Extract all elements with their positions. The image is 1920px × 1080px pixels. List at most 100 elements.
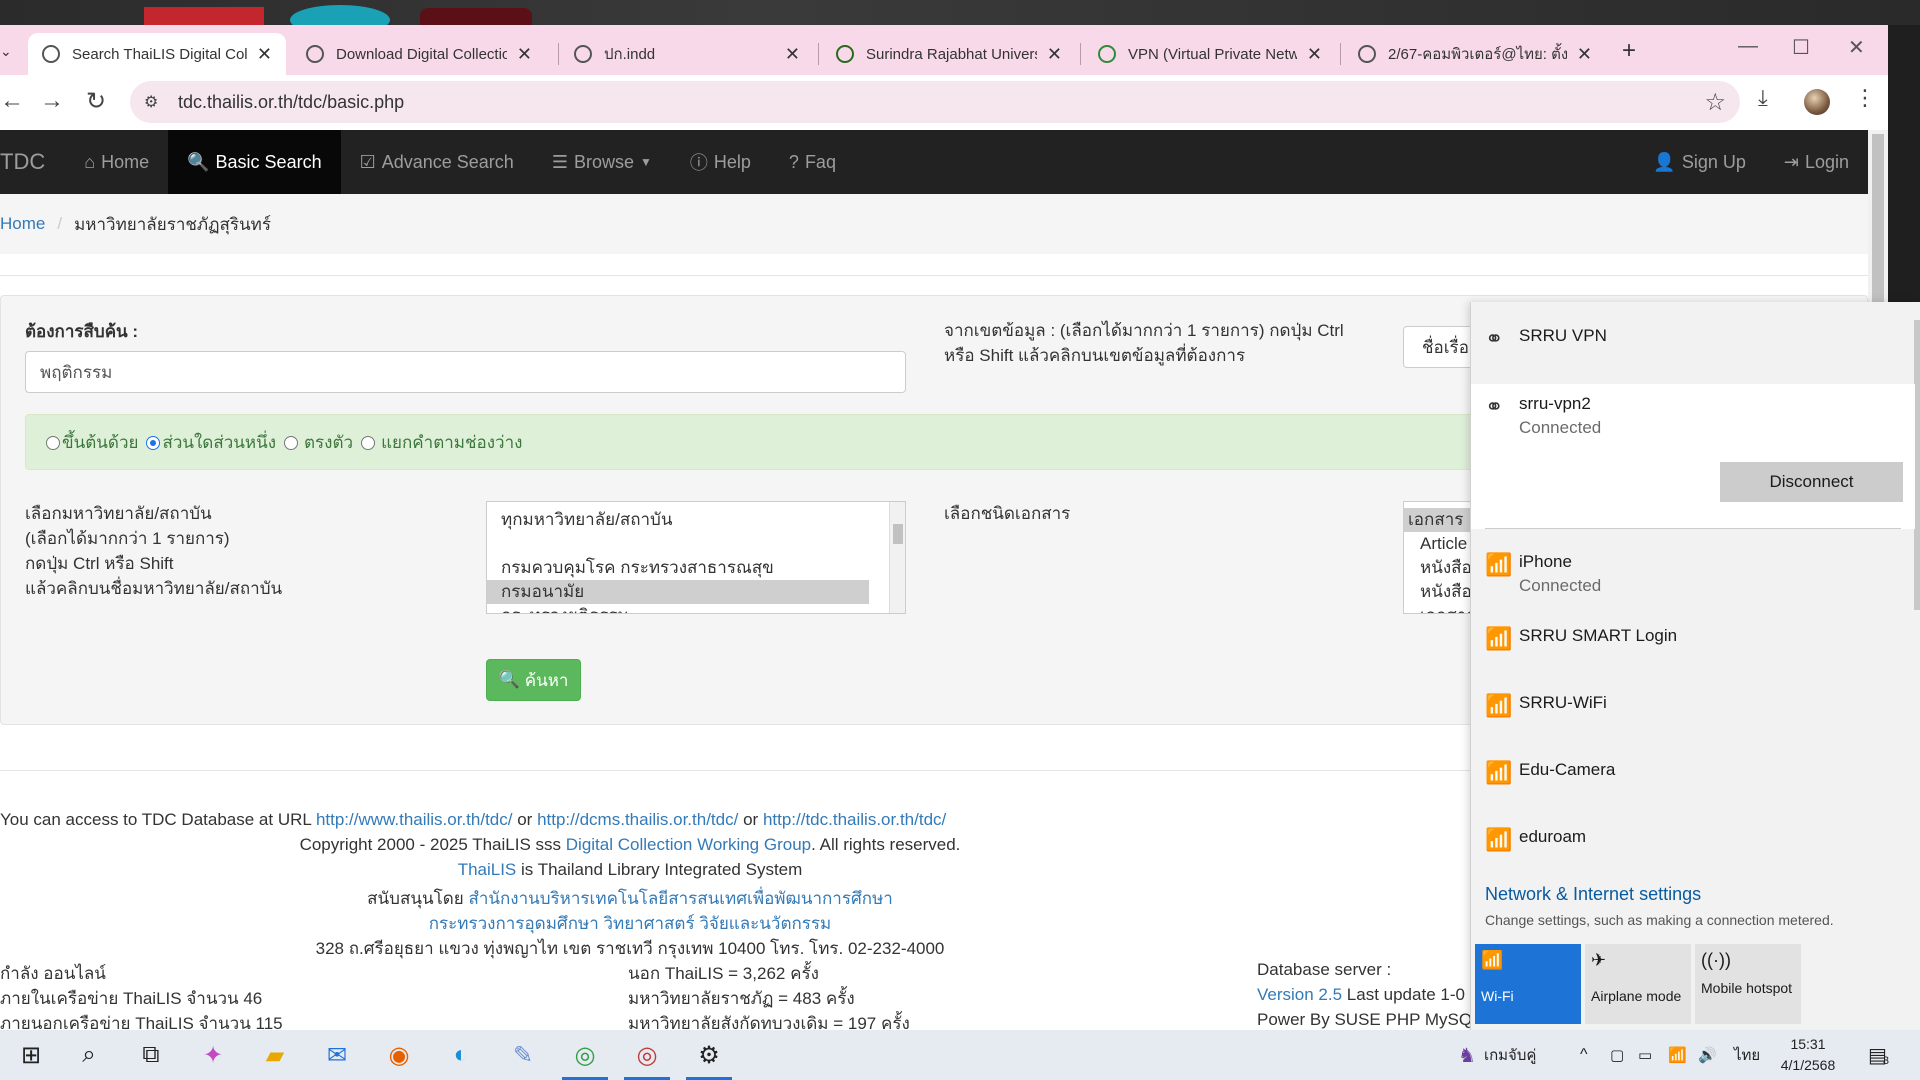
url-text[interactable]: tdc.thailis.or.th/tdc/basic.php [178, 92, 404, 113]
url-link-www[interactable]: http://www.thailis.or.th/tdc/ [316, 810, 513, 829]
search-icon[interactable]: ⌕ [62, 1030, 116, 1080]
close-tab-icon[interactable]: ✕ [517, 44, 532, 65]
game-icon: ♞ [1458, 1044, 1476, 1067]
wifi-tray-icon[interactable]: 📶 [1668, 1030, 1687, 1080]
search-input[interactable]: พฤติกรรม [25, 351, 906, 393]
listbox-scroll-thumb[interactable] [893, 524, 903, 544]
mobile-hotspot-tile[interactable]: ((·)) Mobile hotspot [1695, 944, 1801, 1024]
settings-gear-icon[interactable]: ⚙ [682, 1030, 736, 1080]
nav-advance-search[interactable]: ☑ Advance Search [341, 130, 533, 194]
start-windows-icon[interactable]: ⊞ [4, 1030, 58, 1080]
close-tab-icon[interactable]: ✕ [257, 44, 272, 65]
close-window-icon[interactable]: ✕ [1848, 35, 1865, 60]
network-iphone[interactable]: 📶 iPhone Connected [1471, 552, 1915, 596]
close-tab-icon[interactable]: ✕ [1307, 44, 1322, 65]
file-explorer-icon[interactable]: ▰ [248, 1030, 302, 1080]
profile-avatar[interactable] [1804, 89, 1830, 115]
task-view-icon[interactable]: ⧉ [124, 1030, 178, 1080]
reload-icon[interactable]: ↻ [86, 87, 106, 116]
dcwg-link[interactable]: Digital Collection Working Group [566, 835, 811, 854]
institution-option[interactable]: กรมอนามัย [487, 580, 869, 604]
close-tab-icon[interactable]: ✕ [1047, 44, 1062, 65]
mode-exact-radio[interactable] [284, 436, 299, 450]
nav-login[interactable]: ⇥ Login [1765, 130, 1868, 194]
institution-label: เลือกมหาวิทยาลัย/สถาบัน (เลือกได้มากกว่า… [25, 504, 283, 598]
chrome-icon[interactable]: ◎ [558, 1030, 612, 1080]
institution-option[interactable]: ทุกมหาวิทยาลัย/สถาบัน [487, 508, 905, 532]
institution-option[interactable]: กรมควบคุมโรค กระทรวงสาธารณสุข [487, 556, 905, 580]
mode-begins-radio[interactable] [46, 436, 60, 450]
tab-download-digital[interactable]: Download Digital Collection ✕ [292, 33, 546, 75]
breadcrumb-home[interactable]: Home [0, 214, 45, 234]
show-hidden-icons-chevron-icon[interactable]: ^ [1580, 1030, 1588, 1080]
search-button[interactable]: 🔍 ค้นหา [486, 659, 581, 701]
institution-listbox[interactable]: ทุกมหาวิทยาลัย/สถาบัน กรมควบคุมโรค กระทร… [486, 501, 906, 614]
nav-faq[interactable]: ? Faq [770, 130, 855, 194]
site-brand[interactable]: TDC [0, 149, 65, 175]
institution-option[interactable]: กระทรวงยุติธรรม [487, 604, 905, 613]
forward-arrow-icon[interactable]: → [40, 87, 64, 115]
airplane-mode-tile[interactable]: ✈ Airplane mode [1585, 944, 1691, 1024]
back-arrow-icon[interactable]: ← [0, 87, 24, 115]
page-scroll-thumb[interactable] [1872, 134, 1884, 314]
network-edu-camera[interactable]: 📶 Edu-Camera [1471, 760, 1915, 786]
ministry-link[interactable]: กระทรวงการอุดมศึกษา วิทยาศาสตร์ วิจัยและ… [429, 914, 832, 933]
clock[interactable]: 15:31 4/1/2568 [1768, 1034, 1848, 1076]
mode-contains-radio[interactable] [146, 436, 161, 450]
mode-split-radio[interactable] [361, 436, 376, 450]
close-tab-icon[interactable]: ✕ [785, 44, 800, 65]
copilot-icon[interactable]: ✦ [186, 1030, 240, 1080]
new-tab-plus-icon[interactable]: + [1622, 37, 1636, 65]
tab-vpn[interactable]: VPN (Virtual Private Netwo ✕ [1084, 33, 1336, 75]
nav-sign-up[interactable]: 👤 Sign Up [1634, 130, 1764, 194]
listbox-scrollbar[interactable] [889, 502, 905, 613]
tab-search-thailis[interactable]: Search ThaiLIS Digital Colle ✕ [28, 33, 286, 75]
chrome-profile-icon[interactable]: ◎ [620, 1030, 674, 1080]
download-icon[interactable]: ⤓ [1758, 85, 1768, 111]
meet-icon[interactable]: ▢ [1610, 1030, 1624, 1080]
thailis-link[interactable]: ThaiLIS [458, 860, 517, 879]
firefox-icon[interactable]: ◉ [372, 1030, 426, 1080]
nav-help[interactable]: ⓘ Help [671, 130, 770, 194]
network-srru-smart-login[interactable]: 📶 SRRU SMART Login [1471, 626, 1915, 652]
tab-separator [558, 43, 559, 65]
mail-icon[interactable]: ✉ [310, 1030, 364, 1080]
network-srru-vpn2[interactable]: ⚭ srru-vpn2 Connected [1471, 384, 1915, 529]
network-eduroam[interactable]: 📶 eduroam [1471, 827, 1915, 853]
institution-option[interactable] [487, 532, 905, 556]
tab-strip: ⌄ Search ThaiLIS Digital Colle ✕ Downloa… [0, 25, 1888, 75]
network-settings-link[interactable]: Network & Internet settings [1485, 884, 1701, 905]
tab-pdf-indd[interactable]: ปก.indd ✕ [560, 33, 814, 75]
nav-browse[interactable]: ☰ Browse ▼ [533, 130, 671, 194]
paint-icon[interactable]: ✎ [496, 1030, 550, 1080]
tab-search-chevron-icon[interactable]: ⌄ [0, 43, 12, 60]
volume-icon[interactable]: 🔊 [1698, 1030, 1717, 1080]
weather-widget[interactable]: ♞ เกมจับคู่ [1458, 1030, 1536, 1080]
browser-menu-icon[interactable]: ⋮ [1854, 85, 1876, 111]
version-link[interactable]: Version 2.5 [1257, 985, 1342, 1004]
taskbar: ⊞ ⌕ ⧉ ✦ ▰ ✉ ◉ ◐ ✎ ◎ ◎ ⚙ ♞ เกมจับคู่ ^ ▢ ▭… [0, 1030, 1920, 1080]
nav-home[interactable]: ⌂ Home [65, 130, 168, 194]
wifi-toggle-tile[interactable]: 📶 Wi-Fi [1475, 944, 1581, 1024]
url-link-dcms[interactable]: http://dcms.thailis.or.th/tdc/ [537, 810, 738, 829]
tab-surindra-rajabhat[interactable]: Surindra Rajabhat Universi ✕ [822, 33, 1076, 75]
nav-basic-search[interactable]: 🔍 Basic Search [168, 130, 341, 194]
disconnect-button[interactable]: Disconnect [1720, 462, 1903, 502]
maximize-icon[interactable]: ☐ [1792, 35, 1810, 60]
browser-toolbar: ← → ↻ ⚙ tdc.thailis.or.th/tdc/basic.php … [0, 75, 1888, 130]
language-indicator[interactable]: ไทย [1734, 1030, 1760, 1080]
online-out: ภายนอกเครือข่าย ThaiLIS จำนวน 115 [0, 1014, 283, 1030]
edge-icon[interactable]: ◐ [434, 1030, 488, 1080]
site-settings-icon[interactable]: ⚙ [144, 92, 166, 112]
address-bar[interactable]: ⚙ tdc.thailis.or.th/tdc/basic.php ☆ [130, 81, 1740, 123]
minimize-icon[interactable]: — [1738, 35, 1758, 58]
support-org-link[interactable]: สำนักงานบริหารเทคโนโลยีสารสนเทศเพื่อพัฒน… [468, 889, 892, 908]
notification-icon[interactable]: ▤ 3 [1868, 1030, 1889, 1080]
tab-computer-thai[interactable]: 2/67-คอมพิวเตอร์@ไทย: ตั้งค่ ✕ [1344, 33, 1606, 75]
network-srru-wifi[interactable]: 📶 SRRU-WiFi [1471, 693, 1915, 719]
url-link-tdc[interactable]: http://tdc.thailis.or.th/tdc/ [763, 810, 946, 829]
close-tab-icon[interactable]: ✕ [1577, 44, 1592, 65]
bookmark-star-icon[interactable]: ☆ [1704, 88, 1726, 117]
battery-icon[interactable]: ▭ [1638, 1030, 1652, 1080]
network-srru-vpn[interactable]: ⚭ SRRU VPN [1471, 326, 1915, 352]
